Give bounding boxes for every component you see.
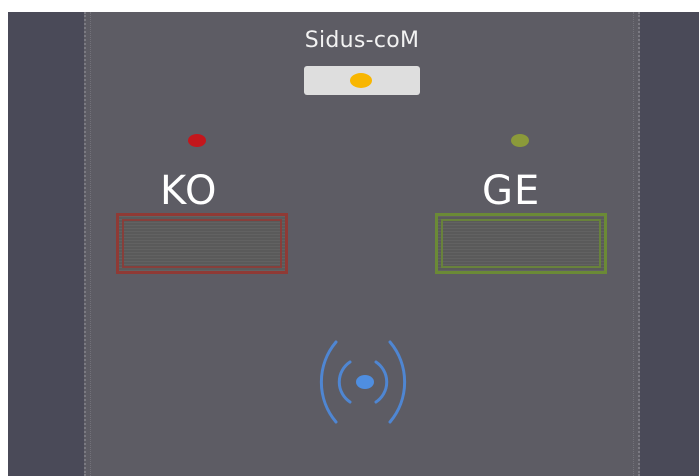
signal-inner-left-arc — [337, 360, 352, 404]
signal-inner-right-arc — [374, 360, 389, 404]
device-title: Sidus-coM — [304, 28, 420, 53]
wireless-signal-icon[interactable] — [286, 330, 440, 434]
signal-outer-right-arc — [388, 340, 407, 424]
signal-outer-left-arc — [319, 340, 338, 424]
ge-label: GE — [482, 168, 541, 214]
ko-label: KO — [160, 168, 218, 214]
ge-status-led-icon — [511, 134, 529, 147]
status-led-icon — [350, 73, 372, 88]
ko-display-field[interactable] — [116, 213, 288, 274]
ge-display-field[interactable] — [435, 213, 607, 274]
status-indicator — [304, 66, 420, 95]
ko-status-led-icon — [188, 134, 206, 147]
signal-center-dot — [356, 375, 374, 389]
